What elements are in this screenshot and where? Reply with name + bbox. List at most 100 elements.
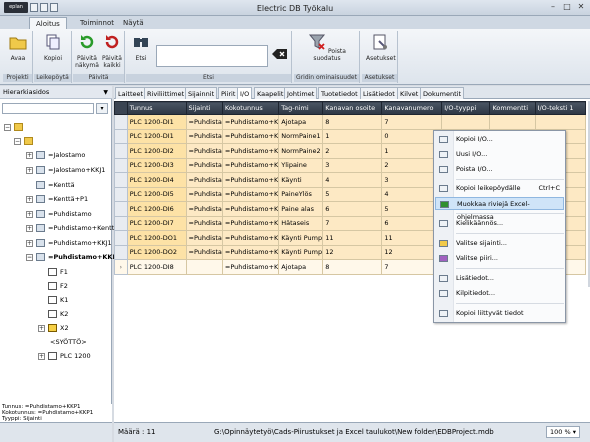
tree-item-selected[interactable]: − =Puhdistamo+KKP: [26, 250, 117, 264]
table-cell[interactable]: PLC 1200-DI1: [126, 114, 187, 130]
tree-item[interactable]: + =Puhdistamo: [26, 207, 92, 221]
table-cell[interactable]: =Puhdista: [185, 114, 223, 130]
row-header[interactable]: [114, 244, 128, 260]
column-header[interactable]: Kanavanumero: [381, 101, 443, 115]
table-cell[interactable]: [489, 114, 536, 130]
table-cell[interactable]: =Puhdistamo+K: [221, 215, 280, 231]
table-cell[interactable]: =Puhdistamo+K: [221, 244, 280, 260]
clear-search-icon[interactable]: [272, 48, 288, 60]
table-cell[interactable]: Paine alas: [278, 201, 324, 217]
tree-item[interactable]: K2: [48, 307, 68, 321]
tree-item[interactable]: + =Puhdistamo+KKJ1: [26, 236, 112, 250]
refresh-view-button[interactable]: Päivitä näkymä: [75, 33, 99, 69]
row-header[interactable]: [114, 215, 128, 231]
table-cell[interactable]: 12: [322, 244, 383, 260]
menu-item-delete-io[interactable]: Poista I/O...: [435, 163, 564, 176]
table-cell[interactable]: PLC 1200-DI6: [126, 201, 187, 217]
table-cell[interactable]: =Puhdistamo+K: [221, 259, 280, 275]
tree-item[interactable]: + X2: [38, 321, 69, 335]
table-row[interactable]: PLC 1200-DI1 =Puhdista =Puhdistamo+K Ajotap…: [114, 114, 587, 130]
table-cell[interactable]: =Puhdistamo+K: [221, 186, 280, 202]
table-cell[interactable]: =Puhdistamo+K: [221, 201, 280, 217]
menu-item-new-io[interactable]: Uusi I/O...: [435, 148, 564, 161]
tab-lisatiedot[interactable]: Lisätiedot: [360, 87, 398, 99]
table-cell[interactable]: =Puhdista: [185, 143, 223, 159]
table-cell[interactable]: [185, 259, 223, 275]
table-cell[interactable]: PLC 1200-DI1: [126, 128, 187, 144]
table-cell[interactable]: NormPaine1: [278, 128, 324, 144]
menu-item-copy-related[interactable]: Kopioi liittyvät tiedot: [435, 307, 564, 320]
search-input[interactable]: [156, 45, 268, 67]
table-cell[interactable]: Ajotapa: [278, 114, 324, 130]
minimize-button[interactable]: –: [546, 2, 560, 13]
table-cell[interactable]: 4: [322, 172, 383, 188]
table-cell[interactable]: =Puhdista: [185, 172, 223, 188]
filter-dropdown-button[interactable]: ▾: [96, 103, 108, 114]
column-header[interactable]: Tunnus: [126, 101, 187, 115]
table-cell[interactable]: =Puhdista: [185, 230, 223, 246]
table-cell[interactable]: PLC 1200-DI4: [126, 172, 187, 188]
table-cell[interactable]: 1: [322, 128, 383, 144]
tab-dokumentit[interactable]: Dokumentit: [420, 87, 465, 99]
row-header[interactable]: [114, 114, 128, 130]
table-cell[interactable]: PLC 1200-DO1: [126, 230, 187, 246]
tree-item[interactable]: K1: [48, 293, 68, 307]
tree-item[interactable]: F1: [48, 265, 68, 279]
row-header[interactable]: [114, 201, 128, 217]
tab-tuotetiedot[interactable]: Tuotetiedot: [318, 87, 361, 99]
settings-button[interactable]: Asetukset: [366, 33, 396, 62]
table-cell[interactable]: PLC 1200-DI3: [126, 157, 187, 173]
tab-laitteet[interactable]: Laitteet: [115, 87, 147, 99]
tree-item[interactable]: + =Jalostamo: [26, 148, 85, 162]
table-cell[interactable]: NormPaine2: [278, 143, 324, 159]
menu-item-copy-io[interactable]: Kopioi I/O...: [435, 133, 564, 146]
table-cell[interactable]: =Puhdista: [185, 157, 223, 173]
table-cell[interactable]: 11: [322, 230, 383, 246]
row-header[interactable]: ›: [114, 259, 128, 275]
row-header[interactable]: [114, 143, 128, 159]
refresh-all-button[interactable]: Päivitä kaikki: [100, 33, 124, 69]
row-header[interactable]: [114, 172, 128, 188]
table-cell[interactable]: PLC 1200-DI8: [126, 259, 187, 275]
table-cell[interactable]: =Puhdistamo+K: [221, 157, 280, 173]
row-header[interactable]: [114, 157, 128, 173]
hierarchy-header[interactable]: Hierarkiasidos ▼: [0, 86, 112, 99]
column-header[interactable]: Sijainti: [185, 101, 223, 115]
table-cell[interactable]: PLC 1200-DI7: [126, 215, 187, 231]
tab-kilvet[interactable]: Kilvet: [397, 87, 422, 99]
tab-aloitus[interactable]: Aloitus: [29, 17, 67, 29]
zoom-select[interactable]: 100 % ▾: [546, 426, 580, 438]
table-cell[interactable]: 8: [322, 114, 383, 130]
table-cell[interactable]: 5: [322, 186, 383, 202]
table-cell[interactable]: Hätaseis: [278, 215, 324, 231]
row-header[interactable]: [114, 230, 128, 246]
column-header[interactable]: I/O-teksti 1: [534, 101, 587, 115]
tab-kaapelit[interactable]: Kaapelit: [254, 87, 287, 99]
tree-item-root[interactable]: −: [4, 120, 26, 134]
menu-item-translate[interactable]: Kielikäännös...: [435, 217, 564, 230]
tree-item[interactable]: + PLC 1200: [38, 349, 91, 363]
row-header[interactable]: [114, 186, 128, 202]
tree-item[interactable]: + =Kenttä+P1: [26, 192, 88, 206]
search-button[interactable]: Etsi: [130, 33, 152, 62]
table-cell[interactable]: 3: [322, 157, 383, 173]
table-cell[interactable]: [441, 114, 491, 130]
tree-item[interactable]: <SYÖTTÖ>: [50, 335, 87, 349]
tab-johtimet[interactable]: Johtimet: [284, 87, 318, 99]
table-cell[interactable]: =Puhdistamo+K: [221, 114, 280, 130]
table-cell[interactable]: PLC 1200-DI2: [126, 143, 187, 159]
tree-item[interactable]: + =Jalostamo+KKJ1: [26, 163, 105, 177]
menu-item-label-info[interactable]: Kilpitiedot...: [435, 287, 564, 300]
tab-piirit[interactable]: Piirit: [218, 87, 239, 99]
table-cell[interactable]: 6: [322, 201, 383, 217]
table-cell[interactable]: Käynti Pump: [278, 244, 324, 260]
table-cell[interactable]: PLC 1200-DI5: [126, 186, 187, 202]
column-header[interactable]: Tag-nimi: [278, 101, 324, 115]
copy-button[interactable]: Kopioi: [40, 33, 66, 62]
table-cell[interactable]: Käynti: [278, 172, 324, 188]
table-cell[interactable]: PaineYlös: [278, 186, 324, 202]
table-cell[interactable]: =Puhdista: [185, 186, 223, 202]
table-cell[interactable]: =Puhdistamo+K: [221, 128, 280, 144]
menu-item-edit-excel[interactable]: Muokkaa riviejä Excel-ohjelmassa: [435, 197, 564, 221]
chevron-down-icon[interactable]: ▼: [103, 86, 108, 99]
